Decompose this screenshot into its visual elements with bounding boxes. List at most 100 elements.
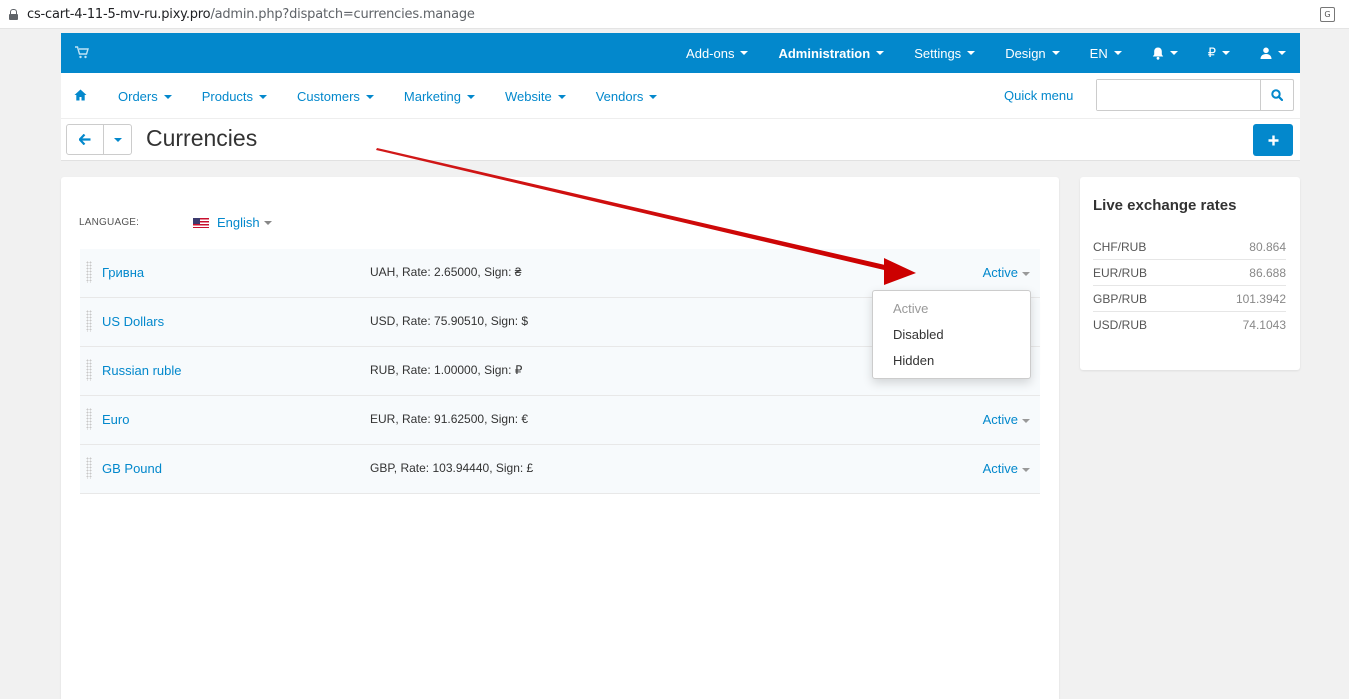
drag-handle-icon[interactable] [86, 310, 92, 332]
menu-addons[interactable]: Add-ons [686, 45, 749, 61]
cart-icon[interactable] [75, 46, 89, 59]
currency-name[interactable]: GB Pound [102, 461, 162, 476]
search-icon [1271, 89, 1283, 101]
bell-icon [1152, 47, 1163, 60]
home-icon[interactable] [74, 89, 87, 101]
menu-settings[interactable]: Settings [914, 45, 976, 61]
rate-pair: EUR/RUB [1093, 265, 1148, 280]
url-path: /admin.php?dispatch=currencies.manage [210, 6, 475, 22]
chevron-down-icon [263, 220, 272, 225]
lock-icon [9, 8, 18, 20]
chevron-down-icon [649, 95, 658, 100]
translate-icon[interactable]: G [1320, 7, 1335, 22]
address-url[interactable]: cs-cart-4-11-5-mv-ru.pixy.pro/admin.php?… [27, 7, 475, 22]
rate-pair: CHF/RUB [1093, 239, 1147, 254]
drag-handle-icon[interactable] [86, 261, 92, 283]
quick-menu-link[interactable]: Quick menu [1004, 88, 1073, 103]
main-navigation: Orders Products Customers Marketing Webs… [61, 73, 1300, 119]
back-button-group [66, 124, 132, 155]
nav-customers[interactable]: Customers [297, 89, 374, 104]
chevron-down-icon [876, 51, 885, 55]
search-box [1096, 79, 1294, 111]
nav-website[interactable]: Website [505, 89, 566, 104]
status-label: Active [982, 461, 1018, 476]
menu-user[interactable] [1260, 47, 1286, 59]
nav-orders[interactable]: Orders [118, 89, 172, 104]
menu-design-label: Design [1005, 45, 1046, 61]
search-button[interactable] [1260, 80, 1293, 110]
nav-products[interactable]: Products [202, 89, 268, 104]
currency-row: Euro EUR, Rate: 91.62500, Sign: € Active [80, 396, 1040, 445]
status-toggle[interactable]: Active [983, 412, 1030, 427]
menu-language[interactable]: EN [1090, 46, 1122, 61]
nav-marketing[interactable]: Marketing [404, 89, 475, 104]
status-option-hidden[interactable]: Hidden [873, 353, 1030, 379]
chevron-down-icon [1222, 51, 1230, 55]
chevron-down-icon [1278, 51, 1286, 55]
back-dropdown-button[interactable] [104, 125, 131, 154]
menu-administration[interactable]: Administration [778, 46, 885, 61]
menu-settings-label: Settings [914, 45, 962, 61]
chevron-down-icon [466, 95, 475, 100]
page-title: Currencies [146, 125, 258, 151]
currency-name[interactable]: Гривна [102, 265, 144, 280]
menu-language-label: EN [1089, 45, 1108, 61]
chevron-down-icon [113, 137, 122, 142]
menu-design[interactable]: Design [1005, 45, 1060, 61]
status-toggle[interactable]: Active [983, 265, 1030, 280]
chevron-down-icon [1169, 51, 1178, 55]
status-dropdown-menu: Active Disabled Hidden [872, 290, 1031, 379]
chevron-down-icon [1022, 271, 1030, 276]
nav-customers-label: Customers [297, 88, 360, 104]
top-admin-bar: Add-ons Administration Settings Design E… [61, 33, 1300, 73]
chevron-down-icon [967, 51, 976, 55]
sidebar-title: Live exchange rates [1093, 197, 1237, 214]
drag-handle-icon[interactable] [86, 408, 92, 430]
menu-currency[interactable]: ₽ [1208, 45, 1230, 61]
rate-value: 101.3942 [1235, 291, 1286, 306]
rate-pair: USD/RUB [1093, 318, 1148, 332]
live-exchange-rates-panel: Live exchange rates CHF/RUB 80.864 EUR/RU… [1080, 177, 1300, 370]
currency-name[interactable]: US Dollars [102, 314, 164, 329]
add-currency-button[interactable] [1253, 124, 1293, 156]
menu-currency-label: ₽ [1207, 45, 1216, 60]
nav-orders-label: Orders [118, 88, 158, 104]
arrow-left-icon [79, 134, 91, 145]
chevron-down-icon [740, 51, 749, 55]
page-header: Currencies [61, 119, 1300, 161]
currency-name[interactable]: Russian ruble [102, 363, 182, 378]
search-input[interactable] [1097, 80, 1257, 110]
chevron-down-icon [1022, 467, 1030, 472]
rate-row: EUR/RUB 86.688 [1093, 260, 1286, 286]
chevron-down-icon [163, 95, 172, 100]
chevron-down-icon [365, 95, 374, 100]
currency-info: RUB, Rate: 1.00000, Sign: ₽ [370, 363, 523, 377]
status-option-active: Active [893, 301, 929, 316]
language-selected: English [217, 215, 260, 230]
browser-address-bar: cs-cart-4-11-5-mv-ru.pixy.pro/admin.php?… [0, 0, 1349, 29]
drag-handle-icon[interactable] [86, 457, 92, 479]
status-label: Active [982, 265, 1018, 280]
rate-row: USD/RUB 74.1043 [1093, 312, 1286, 338]
status-option-disabled[interactable]: Disabled [873, 327, 1030, 353]
status-toggle[interactable]: Active [983, 461, 1030, 476]
nav-marketing-label: Marketing [403, 88, 461, 104]
currency-row: GB Pound GBP, Rate: 103.94440, Sign: £ A… [80, 445, 1040, 494]
drag-handle-icon[interactable] [86, 359, 92, 381]
us-flag-icon [193, 217, 209, 228]
currency-info: EUR, Rate: 91.62500, Sign: € [370, 412, 529, 426]
language-label: LANGUAGE: [79, 217, 140, 228]
menu-notifications[interactable] [1152, 47, 1178, 60]
user-icon [1260, 47, 1272, 59]
chevron-down-icon [1022, 418, 1030, 423]
chevron-down-icon [1113, 51, 1122, 55]
language-selector[interactable]: English [193, 215, 272, 230]
back-button[interactable] [67, 125, 105, 154]
currency-name[interactable]: Euro [102, 412, 129, 427]
nav-website-label: Website [504, 88, 552, 104]
menu-addons-label: Add-ons [686, 45, 735, 61]
nav-vendors[interactable]: Vendors [596, 89, 658, 104]
rate-value: 80.864 [1249, 239, 1286, 254]
currency-info: GBP, Rate: 103.94440, Sign: £ [370, 461, 534, 475]
rate-value: 86.688 [1249, 265, 1286, 280]
